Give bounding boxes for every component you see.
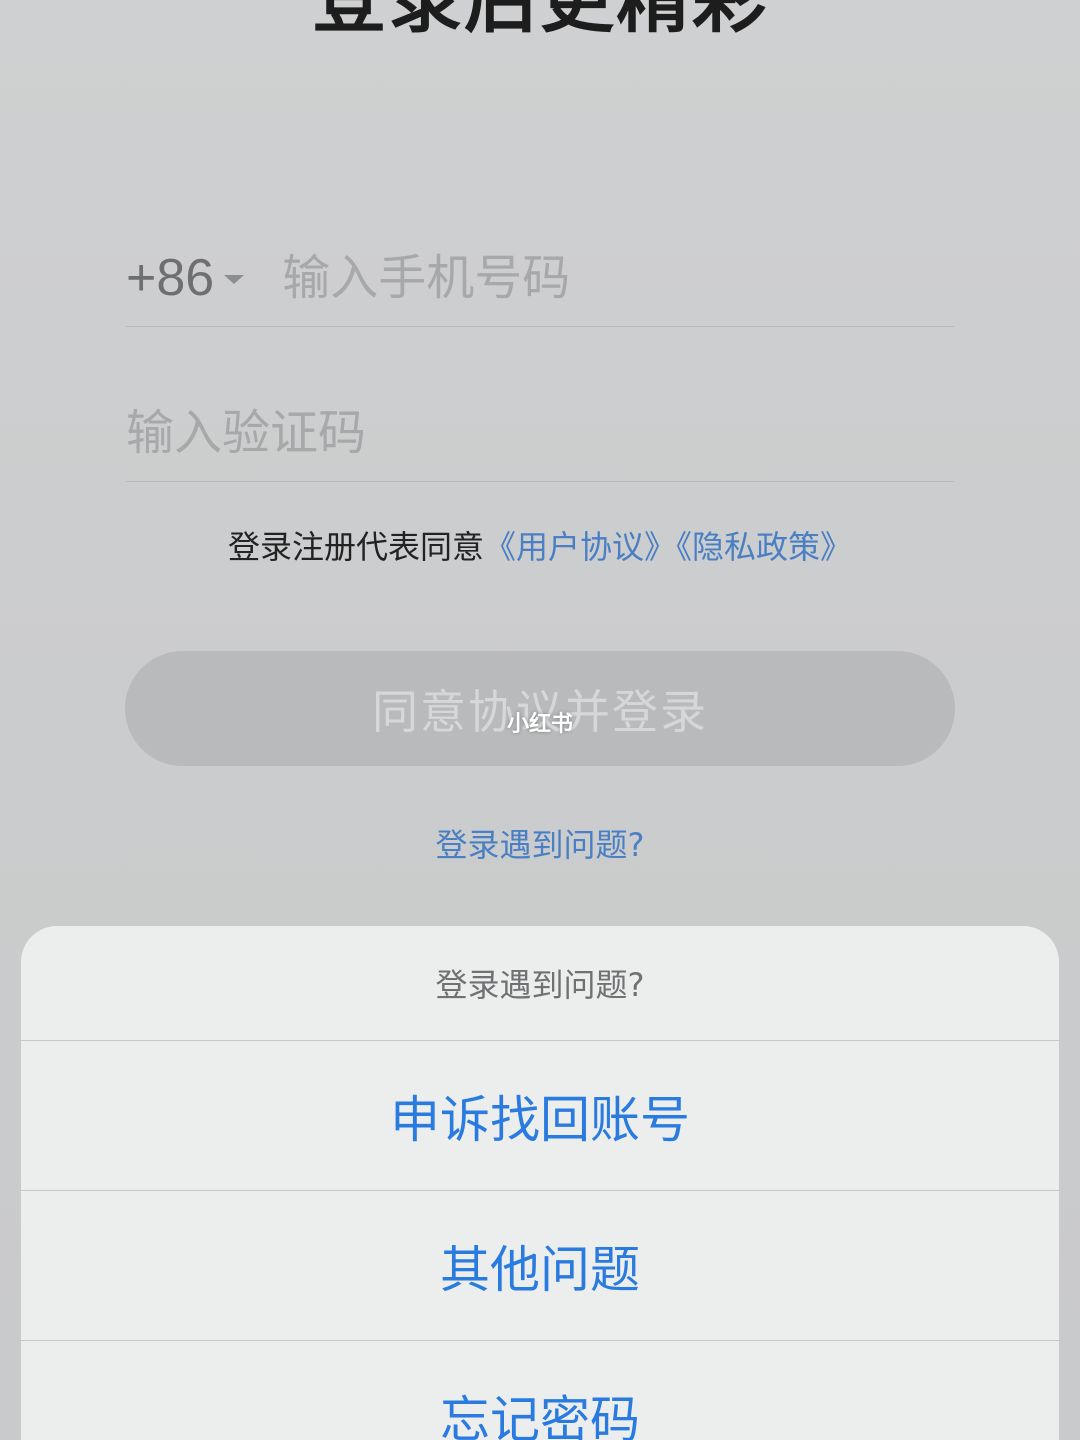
login-help-link[interactable]: 登录遇到问题?: [0, 820, 1080, 866]
page-title: 登录后更精彩: [312, 0, 768, 43]
verification-code-input[interactable]: [126, 393, 954, 473]
country-code-label: +86: [126, 249, 215, 307]
agreement-prefix: 登录注册代表同意: [227, 528, 484, 566]
other-issues-option[interactable]: 其他问题: [21, 1191, 1059, 1341]
agreement-text: 登录注册代表同意《用户协议》《隐私政策》: [0, 525, 1080, 569]
verification-code-row: [126, 385, 954, 482]
privacy-policy-link[interactable]: 《隐私政策》: [676, 528, 852, 566]
user-agreement-link[interactable]: 《用户协议》: [484, 528, 676, 566]
phone-input-row: +86: [126, 230, 954, 327]
action-sheet-title: 登录遇到问题?: [21, 926, 1059, 1041]
phone-number-input[interactable]: [282, 238, 954, 318]
login-screen: 登录后更精彩 +86 登录注册代表同意《用户协议》《隐私政策》 同意协议并登录 …: [0, 0, 1080, 1440]
watermark: 小红书: [506, 712, 573, 737]
appeal-recover-account-option[interactable]: 申诉找回账号: [21, 1041, 1059, 1191]
country-code-selector[interactable]: +86: [126, 248, 245, 308]
forgot-password-option[interactable]: 忘记密码: [21, 1341, 1059, 1440]
caret-down-icon: [224, 274, 245, 284]
action-sheet: 登录遇到问题? 申诉找回账号 其他问题 忘记密码: [21, 926, 1059, 1440]
